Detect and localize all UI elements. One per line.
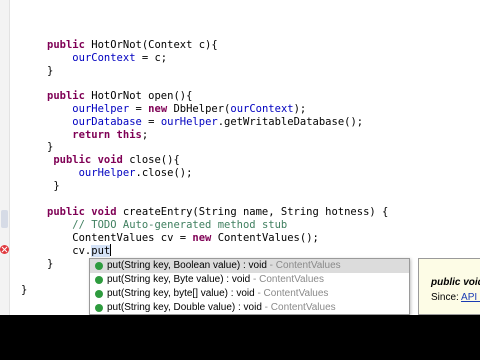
code-token: = xyxy=(141,116,161,128)
code-line: } xyxy=(47,179,60,193)
javadoc-hover-popup: public void put(String key, Boolean valu… xyxy=(418,258,480,315)
javadoc-since-link[interactable]: API Level 1 xyxy=(461,292,480,303)
code-line: ourHelper.close(); xyxy=(47,166,193,180)
code-token: close(){ xyxy=(129,154,180,166)
completion-signature: put(String key, Double value) : void xyxy=(107,302,262,313)
editor-gutter xyxy=(0,0,10,315)
code-token: DbHelper( xyxy=(173,103,231,115)
code-token: new xyxy=(148,103,174,115)
public-method-icon xyxy=(95,276,103,284)
code-line: ContentValues cv = new ContentValues(); xyxy=(47,231,319,245)
code-token: return this xyxy=(72,129,142,141)
code-token: ourHelper xyxy=(160,116,218,128)
completion-declaring-type: - ContentValues xyxy=(250,274,324,285)
code-token: ContentValues(); xyxy=(217,232,319,244)
code-token: HotOrNot(Context c){ xyxy=(91,39,218,51)
completion-declaring-type: - ContentValues xyxy=(254,288,329,299)
code-line: ourDatabase = ourHelper.getWritableDatab… xyxy=(47,115,363,129)
code-token: public xyxy=(47,90,92,102)
javadoc-since-label: Since: xyxy=(431,292,462,303)
code-line: ourContext = c; xyxy=(47,51,167,65)
code-line: ourHelper = new DbHelper(ourContext); xyxy=(47,102,306,116)
video-frame: public HotOrNot(Context c){ ourContext =… xyxy=(0,0,480,360)
code-token: createEntry(String name, String hotness)… xyxy=(122,206,389,218)
code-line: } xyxy=(47,64,53,78)
code-token: = c; xyxy=(135,52,168,64)
code-line: cv.put xyxy=(47,244,112,258)
code-line: public void createEntry(String name, Str… xyxy=(47,205,388,219)
code-token: new xyxy=(192,232,218,244)
code-token: public void xyxy=(47,206,123,218)
line-highlight-marker xyxy=(1,210,8,228)
public-method-icon xyxy=(95,262,103,270)
completion-declaring-type: - ContentValues xyxy=(266,260,341,271)
code-token: } xyxy=(47,65,54,77)
javadoc-since: Since: API Level 1 xyxy=(431,292,480,303)
code-line: public HotOrNot(Context c){ xyxy=(47,38,218,52)
completion-item[interactable]: put(String key, Byte value) : void - Con… xyxy=(90,273,409,287)
code-token: public void xyxy=(53,154,130,166)
text-caret xyxy=(110,244,112,256)
code-token: ourHelper xyxy=(78,167,136,179)
completion-item[interactable]: put(String key, Boolean value) : void - … xyxy=(90,259,409,273)
code-line: } xyxy=(21,283,27,297)
code-token: ourDatabase xyxy=(72,116,142,128)
code-editor[interactable]: public HotOrNot(Context c){ ourContext =… xyxy=(0,0,480,315)
content-assist-popup[interactable]: put(String key, Boolean value) : void - … xyxy=(89,258,410,315)
code-token: .getWritableDatabase(); xyxy=(217,116,364,128)
completion-signature: put(String key, byte[] value) : void xyxy=(107,288,255,299)
code-token: put xyxy=(91,245,111,257)
javadoc-signature: public void put(String key, Boolean valu… xyxy=(431,277,480,288)
code-line: public void close(){ xyxy=(47,153,180,167)
code-token: ContentValues cv = xyxy=(47,232,193,244)
code-token: cv. xyxy=(47,245,92,257)
completion-signature: put(String key, Boolean value) : void xyxy=(107,260,267,271)
code-token: } xyxy=(47,141,54,153)
code-token: .close(); xyxy=(135,167,193,179)
code-token: } xyxy=(47,180,60,192)
code-token: ourContext xyxy=(72,52,136,64)
public-method-icon xyxy=(95,304,103,312)
code-token: // TODO Auto-generated method stub xyxy=(72,219,288,231)
code-token: = xyxy=(129,103,149,115)
code-token: HotOrNot open(){ xyxy=(91,90,193,102)
code-token: ; xyxy=(141,129,149,141)
code-token: public xyxy=(47,39,92,51)
completion-item[interactable]: put(String key, byte[] value) : void - C… xyxy=(90,287,409,301)
code-token: ourContext xyxy=(230,103,294,115)
completion-item[interactable]: put(String key, Double value) : void - C… xyxy=(90,301,409,314)
code-token: } xyxy=(21,284,28,296)
code-line: return this; xyxy=(47,128,148,142)
completion-declaring-type: - ContentValues xyxy=(261,302,336,313)
completion-signature: put(String key, Byte value) : void xyxy=(107,274,251,285)
code-line: // TODO Auto-generated method stub xyxy=(47,218,287,232)
public-method-icon xyxy=(95,290,103,298)
code-token: ); xyxy=(293,103,307,115)
code-line: public HotOrNot open(){ xyxy=(47,89,192,103)
code-token: ourHelper xyxy=(72,103,130,115)
code-line: } xyxy=(47,140,53,154)
code-token: } xyxy=(47,258,54,270)
code-line: } xyxy=(47,257,53,271)
error-icon[interactable] xyxy=(0,245,9,254)
